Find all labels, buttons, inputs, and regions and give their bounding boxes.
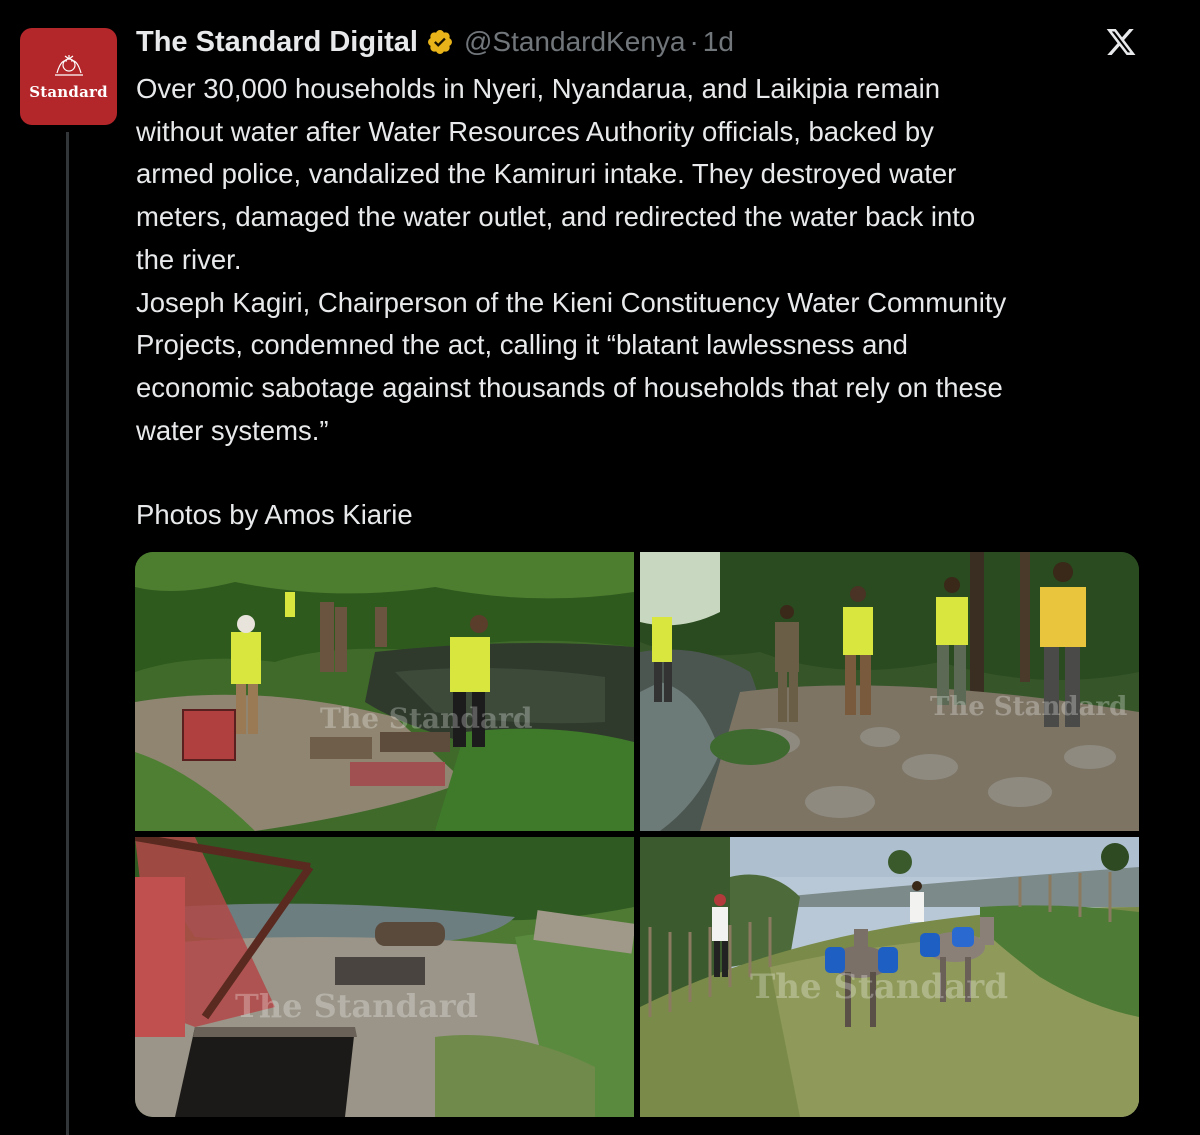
- photo-donkeys[interactable]: The Standard: [640, 837, 1139, 1117]
- tweet-line: economic sabotage against thousands of h…: [136, 371, 1003, 403]
- separator-dot: ·: [689, 26, 699, 57]
- watermark: The Standard: [930, 692, 1128, 722]
- timestamp[interactable]: 1d: [703, 26, 734, 58]
- watermark: The Standard: [235, 987, 478, 1025]
- tweet-line: the river.: [136, 243, 242, 275]
- avatar[interactable]: Standard: [20, 28, 117, 125]
- x-logo-icon[interactable]: [1104, 26, 1138, 58]
- verified-badge-icon[interactable]: [426, 28, 454, 56]
- handle[interactable]: @StandardKenya: [464, 26, 685, 58]
- avatar-brand-text: Standard: [29, 82, 108, 101]
- photo-intake-pond[interactable]: The Standard: [135, 552, 634, 831]
- crest-icon: [54, 54, 83, 76]
- photo-riverbed[interactable]: The Standard: [640, 552, 1139, 831]
- tweet-line: without water after Water Resources Auth…: [136, 115, 934, 147]
- watermark: The Standard: [320, 702, 533, 735]
- tweet-text: Over 30,000 households in Nyeri, Nyandar…: [136, 68, 1146, 452]
- tweet-line: water systems.”: [136, 414, 329, 446]
- tweet-header: The Standard Digital @StandardKenya · 1d: [136, 24, 734, 60]
- tweet-line: Over 30,000 households in Nyeri, Nyandar…: [136, 73, 941, 104]
- watermark: The Standard: [750, 967, 1008, 1007]
- photo-damaged-chamber[interactable]: The Standard: [135, 837, 634, 1117]
- tweet-line: Joseph Kagiri, Chairperson of the Kieni …: [136, 286, 1007, 318]
- tweet-line: meters, damaged the water outlet, and re…: [136, 201, 976, 233]
- thread-line: [66, 132, 69, 1135]
- photo-credit: Photos by Amos Kiarie: [136, 499, 413, 530]
- tweet-line: armed police, vandalized the Kamiruri in…: [136, 158, 957, 190]
- display-name[interactable]: The Standard Digital: [136, 26, 418, 59]
- tweet-line: Projects, condemned the act, calling it …: [136, 329, 908, 361]
- media-grid: The Standard The Standard The Standard T…: [135, 552, 1139, 1117]
